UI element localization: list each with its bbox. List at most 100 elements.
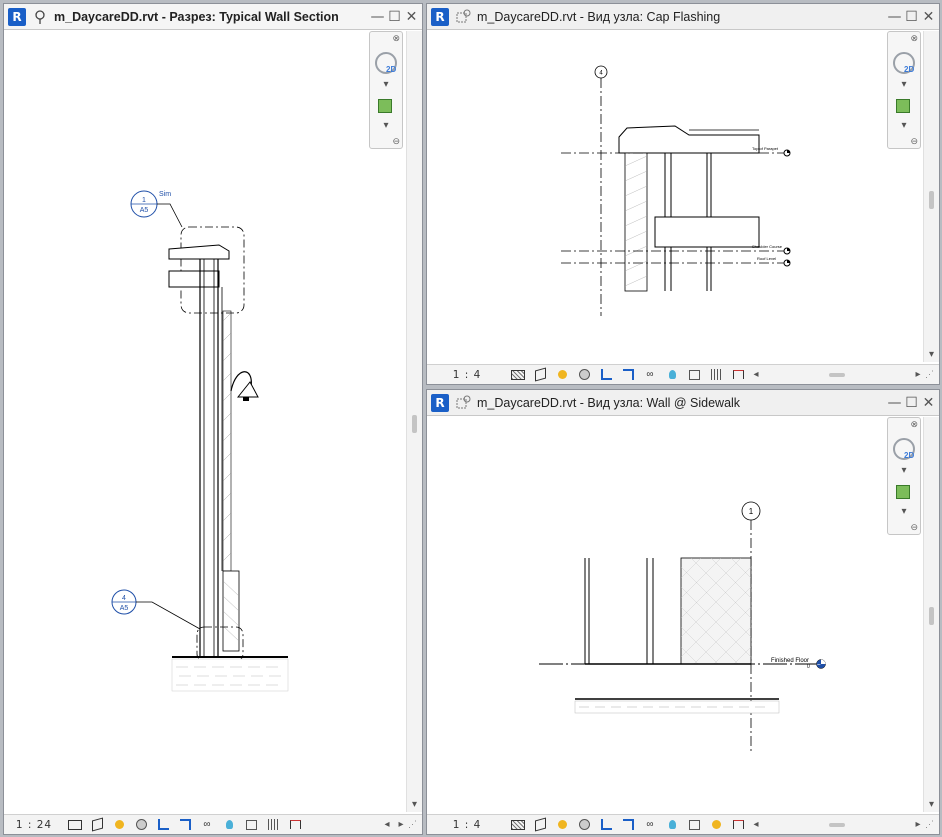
vertical-scrollbar[interactable]: ▾ — [923, 31, 939, 362]
close-button[interactable]: ✕ — [403, 8, 420, 26]
view-window-typical-wall-section[interactable]: R m_DaycareDD.rvt - Разрез: Typical Wall… — [3, 3, 423, 835]
close-button[interactable]: ✕ — [920, 8, 937, 26]
scroll-left-arrow[interactable]: ◂ — [749, 819, 763, 830]
scale-selector[interactable]: 1 : 4 — [427, 819, 507, 831]
chevron-down-icon[interactable]: ▾ — [888, 506, 920, 517]
reveal-constraints-icon[interactable] — [284, 816, 306, 834]
drawing-canvas[interactable]: 4 Top of Parapet Shoulder Course Roof Le… — [427, 31, 923, 362]
restore-button[interactable]: ☐ — [386, 8, 403, 26]
navbar-options-icon[interactable]: ⊖ — [910, 522, 918, 533]
vertical-scrollbar[interactable]: ▾ — [923, 417, 939, 812]
analytical-model-icon[interactable] — [240, 816, 262, 834]
view-window-cap-flashing[interactable]: R m_DaycareDD.rvt - Вид узла: Cap Flashi… — [426, 3, 940, 385]
vertical-scrollbar[interactable]: ▾ — [406, 31, 422, 812]
scroll-down-arrow[interactable]: ▾ — [924, 349, 939, 360]
view-control-bar: 1 : 4 ∞ ◂ ▸ ⋰ — [427, 364, 939, 384]
reveal-hidden-icon[interactable] — [661, 816, 683, 834]
navigation-bar[interactable]: ⊗ 2D ▾ ▾ ⊖ — [887, 417, 921, 535]
callout-bottom-number: 4 — [122, 595, 126, 602]
navbar-close-icon[interactable]: ⊗ — [910, 419, 918, 430]
chevron-down-icon[interactable]: ▾ — [888, 79, 920, 90]
scale-selector[interactable]: 1 : 24 — [4, 819, 64, 831]
chevron-down-icon[interactable]: ▾ — [370, 120, 402, 131]
chevron-down-icon[interactable]: ▾ — [888, 465, 920, 476]
scroll-down-arrow[interactable]: ▾ — [924, 799, 939, 810]
sun-path-icon[interactable] — [108, 816, 130, 834]
shadows-icon[interactable] — [130, 816, 152, 834]
visual-style-icon[interactable] — [86, 816, 108, 834]
show-crop-icon[interactable] — [617, 816, 639, 834]
horizontal-scrollbar[interactable]: ◂ ▸ ⋰ — [380, 819, 422, 830]
titlebar[interactable]: R m_DaycareDD.rvt - Вид узла: Cap Flashi… — [427, 4, 939, 30]
titlebar[interactable]: R m_DaycareDD.rvt - Разрез: Typical Wall… — [4, 4, 422, 30]
resize-grip-icon[interactable]: ⋰ — [925, 819, 939, 830]
section-icon — [35, 9, 45, 24]
minimize-button[interactable]: — — [886, 394, 903, 412]
reveal-hidden-icon[interactable] — [218, 816, 240, 834]
crop-view-icon[interactable] — [595, 816, 617, 834]
scroll-right-arrow[interactable]: ▸ — [911, 369, 925, 380]
scroll-thumb[interactable] — [929, 191, 934, 209]
temporary-hide-icon[interactable]: ∞ — [639, 816, 661, 834]
scroll-left-arrow[interactable]: ◂ — [749, 369, 763, 380]
restore-button[interactable]: ☐ — [903, 394, 920, 412]
crop-view-icon[interactable] — [152, 816, 174, 834]
view-window-wall-at-sidewalk[interactable]: R m_DaycareDD.rvt - Вид узла: Wall @ Sid… — [426, 389, 940, 835]
shadows-icon[interactable] — [573, 816, 595, 834]
drawing-canvas[interactable]: 1 A5 Sim 4 A5 — [4, 31, 406, 812]
visual-style-icon[interactable] — [529, 366, 551, 384]
chevron-down-icon[interactable]: ▾ — [370, 79, 402, 90]
detail-level-icon[interactable] — [507, 816, 529, 834]
scroll-thumb[interactable] — [412, 415, 417, 433]
close-button[interactable]: ✕ — [920, 394, 937, 412]
horizontal-scrollbar[interactable]: ◂ ▸ ⋰ — [749, 819, 939, 830]
scroll-thumb[interactable] — [763, 822, 911, 827]
scroll-right-arrow[interactable]: ▸ — [394, 819, 408, 830]
temporary-hide-icon[interactable]: ∞ — [196, 816, 218, 834]
navbar-close-icon[interactable]: ⊗ — [392, 33, 400, 44]
window-title: m_DaycareDD.rvt - Вид узла: Cap Flashing — [477, 9, 721, 24]
show-crop-icon[interactable] — [617, 366, 639, 384]
restore-button[interactable]: ☐ — [903, 8, 920, 26]
scroll-thumb[interactable] — [763, 372, 911, 377]
navbar-options-icon[interactable]: ⊖ — [910, 136, 918, 147]
temporary-hide-icon[interactable]: ∞ — [639, 366, 661, 384]
resize-grip-icon[interactable]: ⋰ — [925, 369, 939, 380]
reveal-constraints-icon[interactable] — [727, 366, 749, 384]
scroll-right-arrow[interactable]: ▸ — [911, 819, 925, 830]
horizontal-scrollbar[interactable]: ◂ ▸ ⋰ — [749, 369, 939, 380]
navigation-bar[interactable]: ⊗ 2D ▾ ▾ ⊖ — [369, 31, 403, 149]
worksharing-icon[interactable] — [705, 816, 727, 834]
zoom-region-icon[interactable] — [896, 485, 910, 499]
detail-level-icon[interactable] — [64, 816, 86, 834]
scroll-down-arrow[interactable]: ▾ — [407, 799, 422, 810]
navbar-close-icon[interactable]: ⊗ — [910, 33, 918, 44]
titlebar[interactable]: R m_DaycareDD.rvt - Вид узла: Wall @ Sid… — [427, 390, 939, 416]
minimize-button[interactable]: — — [886, 8, 903, 26]
show-crop-icon[interactable] — [174, 816, 196, 834]
navigation-bar[interactable]: ⊗ 2D ▾ ▾ ⊖ — [887, 31, 921, 149]
sun-path-icon[interactable] — [551, 816, 573, 834]
analytical-model-icon[interactable] — [683, 816, 705, 834]
crop-view-icon[interactable] — [595, 366, 617, 384]
zoom-region-icon[interactable] — [896, 99, 910, 113]
scroll-left-arrow[interactable]: ◂ — [380, 819, 394, 830]
minimize-button[interactable]: — — [369, 8, 386, 26]
resize-grip-icon[interactable]: ⋰ — [408, 819, 422, 830]
scale-selector[interactable]: 1 : 4 — [427, 369, 507, 381]
visual-style-icon[interactable] — [529, 816, 551, 834]
scroll-thumb[interactable] — [929, 607, 934, 625]
sun-path-icon[interactable] — [551, 366, 573, 384]
analytical-model-icon[interactable] — [683, 366, 705, 384]
zoom-region-icon[interactable] — [378, 99, 392, 113]
reveal-constraints-icon[interactable] — [727, 816, 749, 834]
highlight-displacement-icon[interactable] — [262, 816, 284, 834]
detail-level-icon[interactable] — [507, 366, 529, 384]
shadows-icon[interactable] — [573, 366, 595, 384]
chevron-down-icon[interactable]: ▾ — [888, 120, 920, 131]
navbar-options-icon[interactable]: ⊖ — [392, 136, 400, 147]
drawing-canvas[interactable]: 1 Finished Floor 0 — [427, 417, 923, 812]
reveal-hidden-icon[interactable] — [661, 366, 683, 384]
level-label-roof-level: Roof Level — [757, 256, 776, 261]
highlight-displacement-icon[interactable] — [705, 366, 727, 384]
